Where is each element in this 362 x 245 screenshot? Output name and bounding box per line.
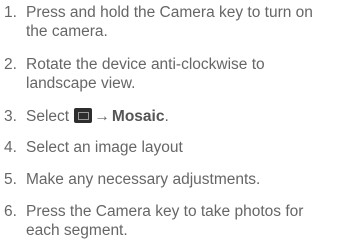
- step-text-line: Make any necessary adjustments.: [26, 171, 261, 188]
- step-text-line: Select an image layout: [26, 139, 183, 156]
- camera-mode-icon: [74, 108, 93, 123]
- step-text: Make any necessary adjustments.: [26, 170, 362, 189]
- step-text-line: Select → Mosaic.: [26, 107, 362, 126]
- step-text: Press the Camera key to take photos for …: [26, 202, 362, 240]
- select-label: Select: [26, 108, 70, 125]
- step-text-line: the camera.: [26, 23, 108, 40]
- step-text: Rotate the device anti-clockwise to land…: [26, 55, 362, 93]
- step-number: 3.: [4, 108, 17, 125]
- step-text-line: Rotate the device anti-clockwise to: [26, 56, 265, 73]
- step-number: 2.: [4, 56, 17, 73]
- mosaic-option: Mosaic: [111, 108, 165, 125]
- step-number: 1.: [4, 4, 17, 21]
- step-text: Press and hold the Camera key to turn on…: [26, 3, 362, 41]
- step-text-line: landscape view.: [26, 75, 136, 92]
- step-number: 4.: [4, 139, 17, 156]
- step-number: 6.: [4, 203, 17, 220]
- step-text-line: each segment.: [26, 222, 128, 239]
- step-suffix: .: [164, 108, 169, 125]
- step-text-line: Press the Camera key to take photos for: [26, 203, 304, 220]
- step-text: Select an image layout: [26, 138, 362, 157]
- step-text-line: Press and hold the Camera key to turn on: [26, 4, 313, 21]
- instruction-list: 1. Press and hold the Camera key to turn…: [0, 0, 362, 245]
- step-number: 5.: [4, 171, 17, 188]
- step-text: Select → Mosaic.: [26, 107, 362, 126]
- arrow-icon: →: [94, 108, 110, 125]
